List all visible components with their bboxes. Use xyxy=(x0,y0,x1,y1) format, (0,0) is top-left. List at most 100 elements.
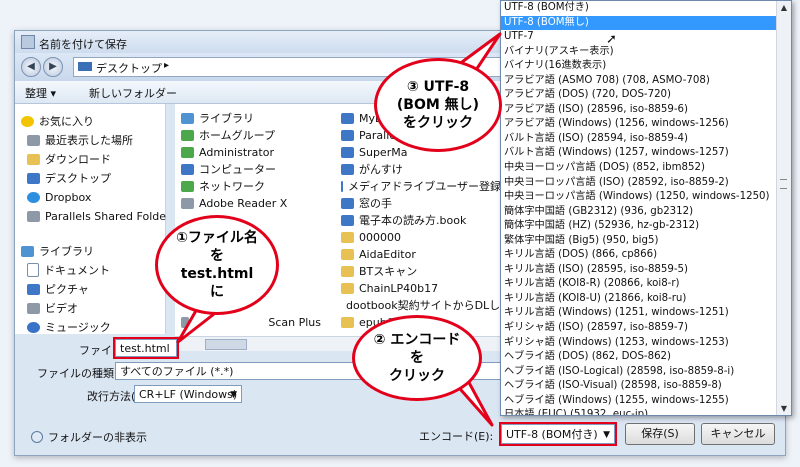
file-icon xyxy=(181,129,194,141)
file-icon xyxy=(341,112,354,124)
encoding-option[interactable]: ギリシャ語 (Windows) (1253, windows-1253) xyxy=(501,336,777,351)
file-item[interactable]: がんすけ xyxy=(341,161,501,177)
encoding-option[interactable]: キリル言語 (DOS) (866, cp866) xyxy=(501,248,777,263)
sidebar-item[interactable]: ダウンロード xyxy=(27,150,111,168)
encoding-option[interactable]: アラビア語 (Windows) (1256, windows-1256) xyxy=(501,117,777,132)
encoding-option[interactable]: キリル言語 (ISO) (28595, iso-8859-5) xyxy=(501,263,777,278)
folder-icon xyxy=(341,248,354,260)
encoding-option[interactable]: UTF-7 xyxy=(501,30,777,45)
callout-1-line-1: ①ファイル名 xyxy=(176,230,258,246)
encoding-option[interactable]: バイナリ(アスキー表示) xyxy=(501,45,777,60)
file-item[interactable]: ネットワーク xyxy=(181,178,321,194)
sidebar-item[interactable]: ピクチャ xyxy=(27,280,89,298)
file-item[interactable]: ライブラリ xyxy=(181,110,321,126)
file-icon xyxy=(341,146,354,158)
file-item[interactable]: 窓の手 xyxy=(341,195,501,211)
encoding-option[interactable]: UTF-8 (BOM付き) xyxy=(501,1,777,16)
callout-1-line-2: を xyxy=(209,248,224,264)
sidebar-item-label: ダウンロード xyxy=(45,153,111,166)
encoding-select[interactable]: UTF-8 (BOM付き) ▼ xyxy=(499,422,617,446)
encoding-option[interactable]: ギリシャ語 (ISO) (28597, iso-8859-7) xyxy=(501,321,777,336)
hide-folders-toggle[interactable]: フォルダーの非表示 xyxy=(31,429,147,445)
scrollbar-thumb[interactable] xyxy=(205,339,247,350)
sidebar-item-label: ミュージック xyxy=(45,321,111,334)
encoding-option[interactable]: バルト言語 (ISO) (28594, iso-8859-4) xyxy=(501,132,777,147)
sidebar-item[interactable]: お気に入り xyxy=(21,112,94,130)
desktop-icon xyxy=(27,172,40,184)
encoding-option[interactable]: バイナリ(16進数表示) xyxy=(501,59,777,74)
callout-1-line-3: test.html xyxy=(180,266,254,282)
encoding-option[interactable]: アラビア語 (ISO) (28596, iso-8859-6) xyxy=(501,103,777,118)
file-item[interactable]: Administrator xyxy=(181,144,321,160)
encoding-option[interactable]: 簡体字中国語 (GB2312) (936, gb2312) xyxy=(501,205,777,220)
encoding-option[interactable]: キリル言語 (Windows) (1251, windows-1251) xyxy=(501,306,777,321)
sidebar-item-label: ライブラリ xyxy=(39,245,94,258)
file-item[interactable]: メディアドライブユーザー登録 xyxy=(341,178,501,194)
file-item[interactable]: コンピューター xyxy=(181,161,321,177)
vertical-scrollbar[interactable]: ▲ ▼ xyxy=(776,1,791,415)
file-item[interactable]: BTスキャン xyxy=(341,263,501,279)
encoding-option[interactable]: キリル言語 (KOI8-R) (20866, koi8-r) xyxy=(501,277,777,292)
encoding-option[interactable]: ヘブライ語 (ISO-Logical) (28598, iso-8859-8-i… xyxy=(501,365,777,380)
file-item[interactable]: 電子本の読み方.book xyxy=(341,212,501,228)
file-item[interactable]: ホームグループ xyxy=(181,127,321,143)
encoding-option[interactable]: ヘブライ語 (DOS) (862, DOS-862) xyxy=(501,350,777,365)
scroll-up-icon[interactable]: ▲ xyxy=(777,3,791,12)
file-item[interactable]: Adobe Reader X xyxy=(181,195,321,211)
new-folder-button[interactable]: 新しいフォルダー xyxy=(89,85,177,101)
encoding-option[interactable]: アラビア語 (ASMO 708) (708, ASMO-708) xyxy=(501,74,777,89)
sidebar-item[interactable]: Dropbox xyxy=(27,188,91,206)
encoding-value: UTF-8 (BOM付き) xyxy=(506,428,598,441)
sidebar-item[interactable]: ドキュメント xyxy=(27,261,110,279)
sidebar-item[interactable]: ライブラリ xyxy=(21,242,94,260)
filename-input[interactable]: test.html xyxy=(113,337,179,359)
file-name: SuperMa xyxy=(359,145,408,159)
file-name: ホームグループ xyxy=(199,129,276,142)
file-item[interactable]: AidaEditor xyxy=(341,246,501,262)
file-name: AidaEditor xyxy=(359,247,416,261)
file-item[interactable]: 000000 xyxy=(341,229,501,245)
file-item[interactable]: Scan Plus xyxy=(181,314,321,330)
newline-select[interactable]: CR+LF (Windows) ▼ xyxy=(134,385,242,403)
sidebar-item[interactable]: Parallels Shared Folde xyxy=(27,207,166,225)
file-icon xyxy=(181,146,194,158)
back-button[interactable]: ◀ xyxy=(21,57,41,77)
save-button[interactable]: 保存(S) xyxy=(625,423,695,445)
file-name: dootbook契約サイトからDLした xyxy=(346,299,501,312)
encoding-option[interactable]: キリル言語 (KOI8-U) (21866, koi8-ru) xyxy=(501,292,777,307)
encoding-option[interactable]: 中央ヨーロッパ言語 (DOS) (852, ibm852) xyxy=(501,161,777,176)
address-text: デスクトップ xyxy=(96,62,162,75)
encoding-option[interactable]: アラビア語 (DOS) (720, DOS-720) xyxy=(501,88,777,103)
encoding-option[interactable]: 中央ヨーロッパ言語 (Windows) (1250, windows-1250) xyxy=(501,190,777,205)
sidebar-item-label: 最近表示した場所 xyxy=(45,134,133,147)
encoding-option[interactable]: 中央ヨーロッパ言語 (ISO) (28592, iso-8859-2) xyxy=(501,176,777,191)
forward-button[interactable]: ▶ xyxy=(43,57,63,77)
encoding-option[interactable]: 繁体字中国語 (Big5) (950, big5) xyxy=(501,234,777,249)
encoding-option[interactable]: バルト言語 (Windows) (1257, windows-1257) xyxy=(501,146,777,161)
file-icon xyxy=(341,214,354,226)
organize-menu[interactable]: 整理 ▾ xyxy=(25,85,56,101)
scroll-down-icon[interactable]: ▼ xyxy=(777,404,791,413)
cancel-button[interactable]: キャンセル xyxy=(701,423,775,445)
hide-folders-label: フォルダーの非表示 xyxy=(48,431,147,444)
callout-2-line-2: を xyxy=(409,350,424,366)
sidebar-item-label: ピクチャ xyxy=(45,283,89,296)
chevron-right-icon[interactable]: ▸ xyxy=(164,60,169,71)
file-item[interactable]: dootbook契約サイトからDLした xyxy=(341,297,501,313)
file-name: Administrator xyxy=(199,145,274,159)
sidebar-item[interactable]: 最近表示した場所 xyxy=(27,131,133,149)
sidebar-item[interactable]: ビデオ xyxy=(27,299,78,317)
file-name: がんすけ xyxy=(359,163,403,176)
file-item[interactable]: ChainLP40b17 xyxy=(341,280,501,296)
sidebar-item[interactable]: デスクトップ xyxy=(27,169,111,187)
encoding-option[interactable]: UTF-8 (BOM無し) xyxy=(501,15,777,31)
chevron-down-icon: ▼ xyxy=(603,430,610,440)
encoding-dropdown-list[interactable]: UTF-8 (BOM付き) UTF-8 (BOM無し) UTF-7 バイナリ(アスキー… xyxy=(500,0,792,416)
encoding-option[interactable]: ヘブライ語 (ISO-Visual) (28598, iso-8859-8) xyxy=(501,379,777,394)
video-icon xyxy=(27,302,40,314)
encoding-option[interactable]: 日本語 (EUC) (51932, euc-jp) xyxy=(501,408,777,415)
shared-folder-icon xyxy=(27,210,40,222)
sidebar-item[interactable]: ミュージック xyxy=(27,318,111,336)
encoding-option[interactable]: 簡体字中国語 (HZ) (52936, hz-gb-2312) xyxy=(501,219,777,234)
encoding-option[interactable]: ヘブライ語 (Windows) (1255, windows-1255) xyxy=(501,394,777,409)
